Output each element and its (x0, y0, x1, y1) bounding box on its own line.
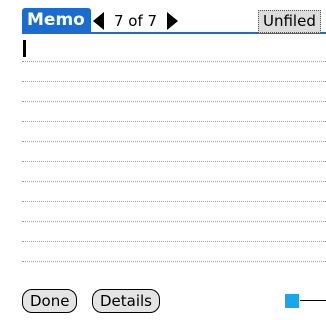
record-navigation: 7 of 7 (93, 8, 179, 33)
arrow-left-icon[interactable] (93, 11, 104, 30)
graffiti-shift-line (300, 300, 326, 301)
memo-screen: Memo 7 of 7 Unfiled Done Details (0, 0, 326, 320)
ruled-line (22, 61, 326, 62)
app-title[interactable]: Memo (22, 8, 91, 33)
ruled-line (22, 201, 326, 202)
ruled-line (22, 181, 326, 182)
ruled-line (22, 121, 326, 122)
ruled-line (22, 161, 326, 162)
ruled-line (22, 101, 326, 102)
arrow-right-icon[interactable] (167, 11, 179, 30)
memo-text-area[interactable] (22, 36, 326, 276)
text-cursor (23, 40, 26, 57)
ruled-line (22, 261, 326, 262)
details-button[interactable]: Details (92, 289, 161, 313)
ruled-line (22, 221, 326, 222)
title-bar: Memo 7 of 7 Unfiled (0, 0, 326, 34)
ruled-line (22, 141, 326, 142)
category-selector[interactable]: Unfiled (258, 10, 321, 33)
record-count: 7 of 7 (114, 11, 158, 30)
done-button[interactable]: Done (22, 289, 78, 313)
ruled-line (22, 241, 326, 242)
ruled-line (22, 81, 326, 82)
scroll-indicator[interactable] (285, 294, 299, 308)
